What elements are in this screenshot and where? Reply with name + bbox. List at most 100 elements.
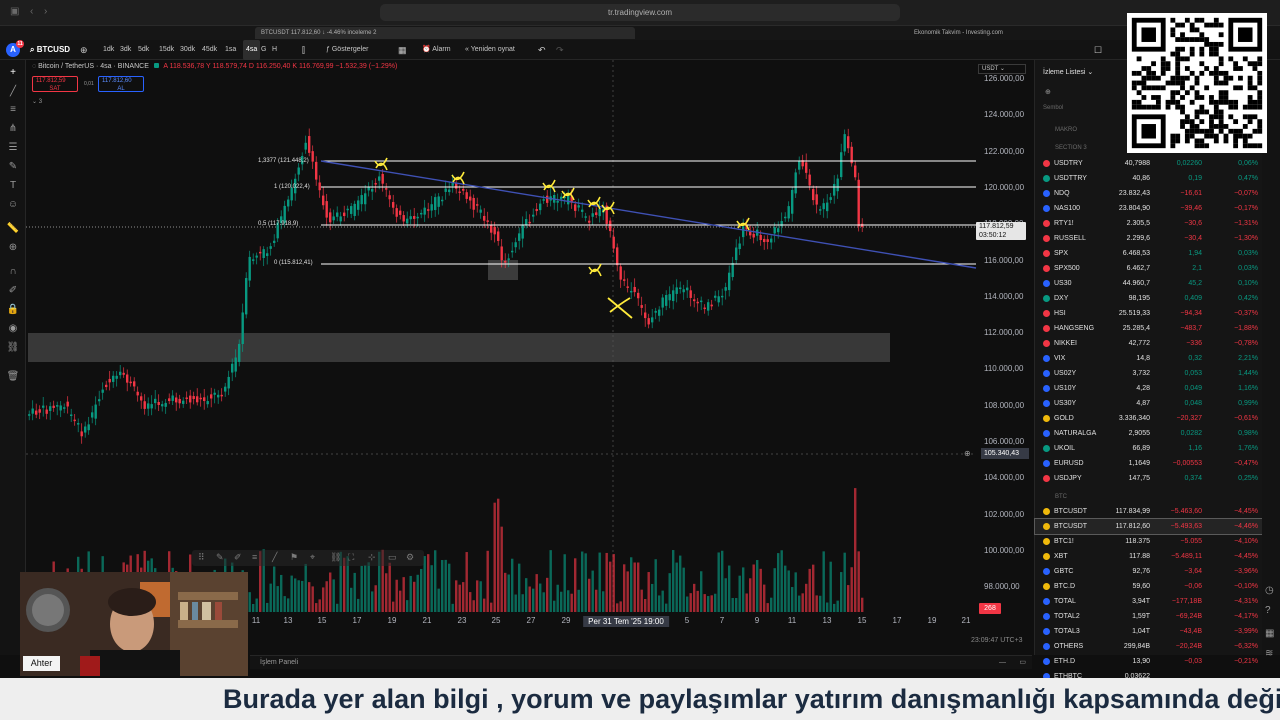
watchlist-row[interactable]: GOLD 3.336,340 −20,327 −0,61% bbox=[1035, 411, 1280, 426]
watchlist-row[interactable]: SPX 6.468,53 1,94 0,03% bbox=[1035, 246, 1280, 261]
add-symbol-icon[interactable]: ⊕ bbox=[80, 40, 88, 60]
maximize-icon[interactable]: ▭ bbox=[1019, 656, 1026, 670]
timeframe-45dk[interactable]: 45dk bbox=[202, 40, 217, 60]
watchlist-row[interactable]: HANGSENG 25.285,4 −483,7 −1,88% bbox=[1035, 321, 1280, 336]
alarm-button[interactable]: ⏰ Alarm bbox=[422, 40, 451, 60]
checkbox-icon[interactable]: ☐ bbox=[1094, 40, 1102, 60]
timeframe-1sa[interactable]: 1sa bbox=[225, 40, 236, 60]
shape-icon[interactable]: ⌖ bbox=[310, 552, 315, 563]
watchlist-row[interactable]: USDTRY 40,7988 0,02260 0,06% bbox=[1035, 156, 1280, 171]
eye-tool-icon[interactable]: ◉ bbox=[6, 322, 20, 336]
watchlist-row[interactable]: VIX 14,8 0,32 2,21% bbox=[1035, 351, 1280, 366]
emoji-tool-icon[interactable]: ☺ bbox=[6, 198, 20, 212]
watchlist-row[interactable]: BTCUSDT 117.812,60 −5.493,63 −4,46% bbox=[1034, 518, 1280, 535]
add-alert-icon[interactable]: ⊕ bbox=[964, 449, 971, 458]
indicators-collapse[interactable]: ⌄ 3 bbox=[32, 98, 42, 105]
watchlist-row[interactable]: US30Y 4,87 0,048 0,99% bbox=[1035, 396, 1280, 411]
feed-icon[interactable]: ≋ bbox=[1265, 648, 1273, 659]
back-icon[interactable]: ‹ bbox=[30, 6, 33, 17]
undo-icon[interactable]: ↶ bbox=[538, 40, 546, 60]
watchlist-row[interactable]: TOTAL3 1,04T −43,4B −3,99% bbox=[1035, 624, 1280, 639]
section-btc[interactable]: BTC bbox=[1055, 494, 1067, 500]
trash-icon[interactable]: 🗑 bbox=[6, 370, 20, 384]
trading-panel-bar[interactable]: İşlem Paneli — ▭ bbox=[250, 655, 1032, 669]
watchlist-row[interactable]: UKOIL 66,89 1,16 1,76% bbox=[1035, 441, 1280, 456]
watchlist-row[interactable]: US02Y 3,732 0,053 1,44% bbox=[1035, 366, 1280, 381]
draw-mode-icon[interactable]: ✐ bbox=[6, 284, 20, 298]
drag-handle-icon[interactable]: ⠿ bbox=[198, 552, 205, 563]
watchlist-row[interactable]: TOTAL2 1,59T −69,24B −4,17% bbox=[1035, 609, 1280, 624]
watchlist-row[interactable]: RTY1! 2.305,5 −30,6 −1,31% bbox=[1035, 216, 1280, 231]
frame-icon[interactable]: ⛶ bbox=[348, 552, 354, 563]
watchlist-row[interactable]: NAS100 23.804,90 −39,46 −0,17% bbox=[1035, 201, 1280, 216]
watchlist-row[interactable]: ETH.D 13,90 −0,03 −0,21% bbox=[1035, 654, 1280, 669]
replay-button[interactable]: « Yeniden oynat bbox=[465, 40, 515, 60]
timeframe-30dk[interactable]: 30dk bbox=[180, 40, 195, 60]
chart-canvas[interactable] bbox=[26, 60, 1034, 655]
link-icon[interactable]: ⛓ bbox=[330, 552, 341, 563]
watchlist-row[interactable]: USDTTRY 40,86 0,19 0,47% bbox=[1035, 171, 1280, 186]
watchlist-row[interactable]: RUSSELL 2.299,6 −30,4 −1,30% bbox=[1035, 231, 1280, 246]
settings-icon[interactable]: ⚙ bbox=[406, 552, 414, 563]
watchlist-row[interactable]: BTC1! 118.375 −5.055 −4,10% bbox=[1035, 534, 1280, 549]
watchlist-row[interactable]: US10Y 4,28 0,049 1,16% bbox=[1035, 381, 1280, 396]
watchlist-row[interactable]: USDJPY 147,75 0,374 0,25% bbox=[1035, 471, 1280, 486]
address-bar[interactable]: tr.tradingview.com bbox=[380, 4, 900, 21]
account-avatar[interactable]: A 11 bbox=[6, 40, 24, 57]
lock-tool-icon[interactable]: 🔒 bbox=[6, 303, 20, 317]
watchlist-row[interactable]: SPX500 6.462,7 2,1 0,03% bbox=[1035, 261, 1280, 276]
chart-type-icon[interactable]: ⫿ bbox=[302, 40, 305, 60]
lines-tool-icon[interactable]: ≡ bbox=[6, 103, 20, 117]
trendline-tool-icon[interactable]: ╱ bbox=[6, 85, 20, 99]
watchlist-row[interactable]: DXY 98,195 0,409 0,42% bbox=[1035, 291, 1280, 306]
line-icon[interactable]: ╱ bbox=[272, 552, 277, 563]
minimize-icon[interactable]: — bbox=[999, 656, 1006, 670]
pencil-icon[interactable]: ✎ bbox=[216, 552, 224, 563]
link-tool-icon[interactable]: ⛓ bbox=[6, 341, 20, 355]
flag-icon[interactable]: ⚑ bbox=[290, 552, 298, 563]
timeframe-1dk[interactable]: 1dk bbox=[103, 40, 114, 60]
indicators-button[interactable]: ƒ Göstergeler bbox=[326, 40, 368, 60]
help-icon[interactable]: ? bbox=[1265, 605, 1271, 616]
watchlist-row[interactable]: NDQ 23.832,43 −16,61 −0,07% bbox=[1035, 186, 1280, 201]
section-3[interactable]: SECTION 3 bbox=[1055, 145, 1087, 151]
watchlist-row[interactable]: XBT 117.88 −5.489,11 −4,45% bbox=[1035, 549, 1280, 564]
pitchfork-tool-icon[interactable]: ⋔ bbox=[6, 122, 20, 136]
watchlist-row[interactable]: NATURALGA 2,9055 0,0282 0,98% bbox=[1035, 426, 1280, 441]
timeframe-G[interactable]: G bbox=[261, 40, 266, 60]
comment-icon[interactable]: ▭ bbox=[388, 552, 397, 563]
magnet-tool-icon[interactable]: ∩ bbox=[6, 265, 20, 279]
clock-icon[interactable]: ◷ bbox=[1265, 585, 1274, 596]
timeframe-15dk[interactable]: 15dk bbox=[159, 40, 174, 60]
watchlist-row[interactable]: OTHERS 299,84B −20,24B −6,32% bbox=[1035, 639, 1280, 654]
watchlist-row[interactable]: EURUSD 1,1649 −0,00553 −0,47% bbox=[1035, 456, 1280, 471]
lines-icon[interactable]: ≡ bbox=[252, 552, 257, 562]
timeframe-5dk[interactable]: 5dk bbox=[138, 40, 149, 60]
text-tool-icon[interactable]: T bbox=[6, 179, 20, 193]
forward-icon[interactable]: › bbox=[44, 6, 47, 17]
watchlist-row[interactable]: BTCUSDT 117.834,99 −5.463,60 −4,45% bbox=[1035, 504, 1280, 519]
timeframe-3dk[interactable]: 3dk bbox=[120, 40, 131, 60]
sell-button[interactable]: 117.812,59 SAT bbox=[32, 76, 78, 92]
timeframe-H[interactable]: H bbox=[272, 40, 277, 60]
tab-tradingview[interactable]: BTCUSDT 117.812,60 ↓ -4.46% inceleme 2 bbox=[255, 27, 635, 39]
watchlist-row[interactable]: NIKKEI 42,772 −336 −0,78% bbox=[1035, 336, 1280, 351]
grid-icon[interactable]: ▦ bbox=[1265, 628, 1274, 639]
brush-icon[interactable]: ✐ bbox=[234, 552, 242, 563]
timeframe-4sa[interactable]: 4sa bbox=[243, 40, 261, 60]
section-makro[interactable]: MAKRO bbox=[1055, 127, 1077, 133]
buy-button[interactable]: 117.812,60 AL bbox=[98, 76, 144, 92]
watchlist-row[interactable]: TOTAL 3,94T −177,18B −4,31% bbox=[1035, 594, 1280, 609]
layout-icon[interactable]: ▦ bbox=[398, 40, 407, 60]
tab-investing[interactable]: Ekonomik Takvim - Investing.com bbox=[908, 27, 1108, 39]
watchlist-row[interactable]: BTC.D 59,60 −0,06 −0,10% bbox=[1035, 579, 1280, 594]
price-chart[interactable]: ◌ Bitcoin / TetherUS · 4sa · BINANCE A 1… bbox=[26, 60, 1034, 655]
add-list-icon[interactable]: ⊕ bbox=[1045, 88, 1051, 96]
crosshair-tool-icon[interactable]: + bbox=[6, 66, 20, 80]
fib-tool-icon[interactable]: ☰ bbox=[6, 141, 20, 155]
symbol-search[interactable]: ⌕ BTCUSD bbox=[30, 40, 70, 60]
sidebar-toggle-icon[interactable]: ▣ bbox=[10, 6, 19, 17]
watchlist-row[interactable]: US30 44.960,7 45,2 0,10% bbox=[1035, 276, 1280, 291]
price-axis[interactable]: 126.000,00 124.000,00 122.000,00 120.000,00… bbox=[976, 60, 1034, 620]
watchlist-row[interactable]: HSI 25.519,33 −94,34 −0,37% bbox=[1035, 306, 1280, 321]
